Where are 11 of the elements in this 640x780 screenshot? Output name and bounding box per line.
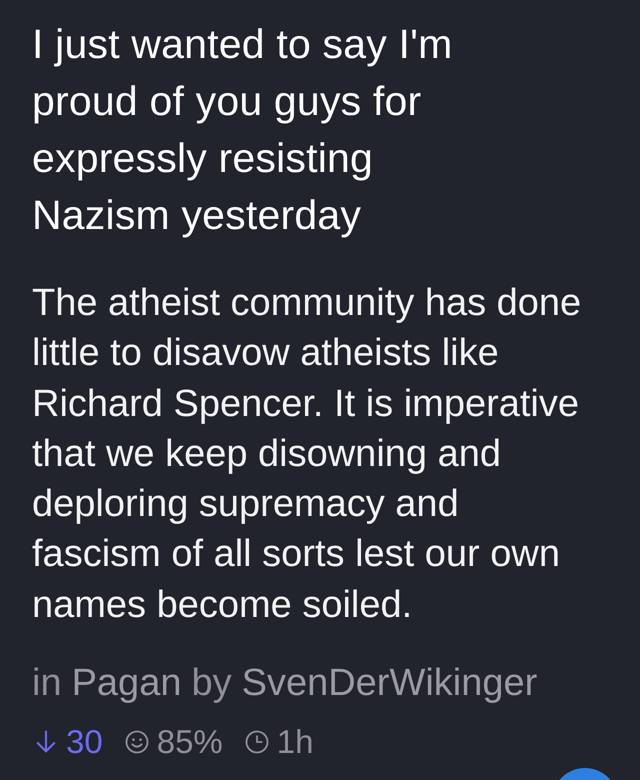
clock-icon: [242, 728, 271, 756]
post-body: The atheist community has done little to disavow atheists like Richard Spencer. It is imperative that we keep disowning and deploring supremacy and fascism of all sorts lest our own names become soiled.: [32, 281, 582, 628]
subreddit-link[interactable]: Pagan: [72, 660, 182, 706]
by-label: by: [191, 661, 232, 706]
smiley-icon: [122, 728, 151, 756]
upvote-ratio: 85%: [156, 722, 223, 762]
score: 30: [66, 722, 103, 762]
author-link[interactable]: SvenDerWikinger: [242, 660, 538, 706]
post-title: I just wanted to say I'm proud of you guys for expressly resisting Nazism yesterday: [32, 20, 454, 240]
in-label: in: [32, 661, 62, 706]
post-age: 1h: [276, 722, 314, 762]
